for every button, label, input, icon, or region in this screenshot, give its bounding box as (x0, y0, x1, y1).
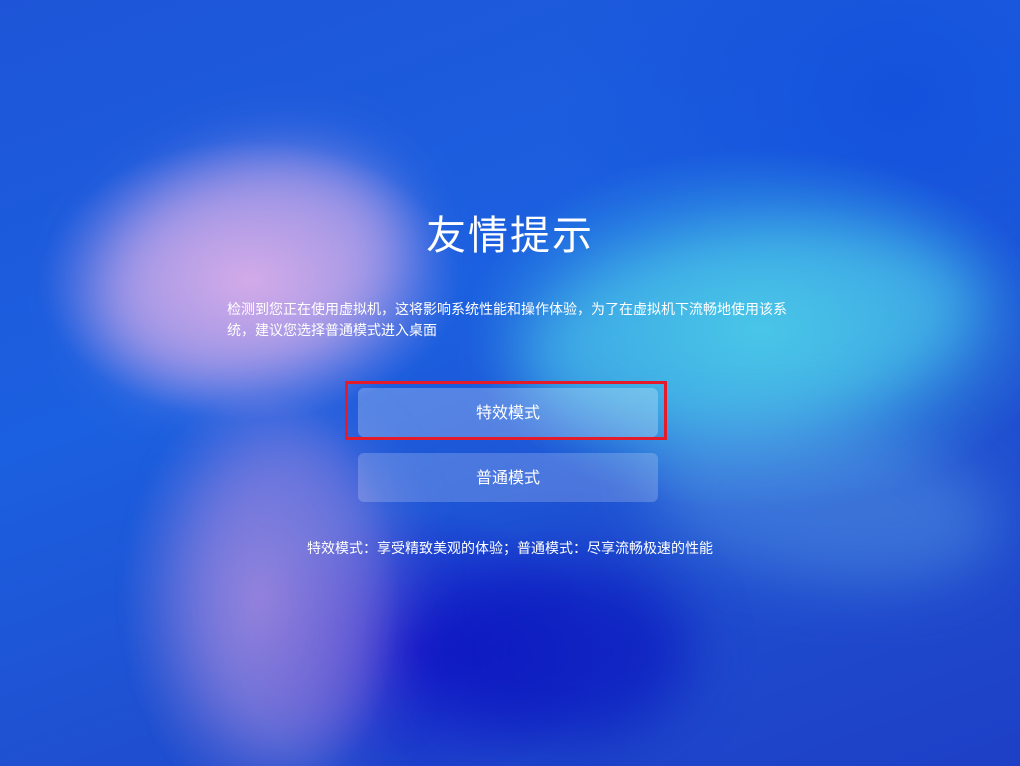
normal-mode-button[interactable]: 普通模式 (358, 453, 658, 502)
mode-footnote: 特效模式：享受精致美观的体验；普通模式：尽享流畅极速的性能 (307, 541, 713, 557)
effects-mode-button[interactable]: 特效模式 (358, 388, 658, 437)
dialog-message: 检测到您正在使用虚拟机，这将影响系统性能和操作体验，为了在虚拟机下流畅地使用该系… (227, 302, 787, 339)
dialog-title: 友情提示 (426, 213, 594, 259)
mode-selection-dialog: 友情提示 检测到您正在使用虚拟机，这将影响系统性能和操作体验，为了在虚拟机下流畅… (0, 0, 1020, 766)
